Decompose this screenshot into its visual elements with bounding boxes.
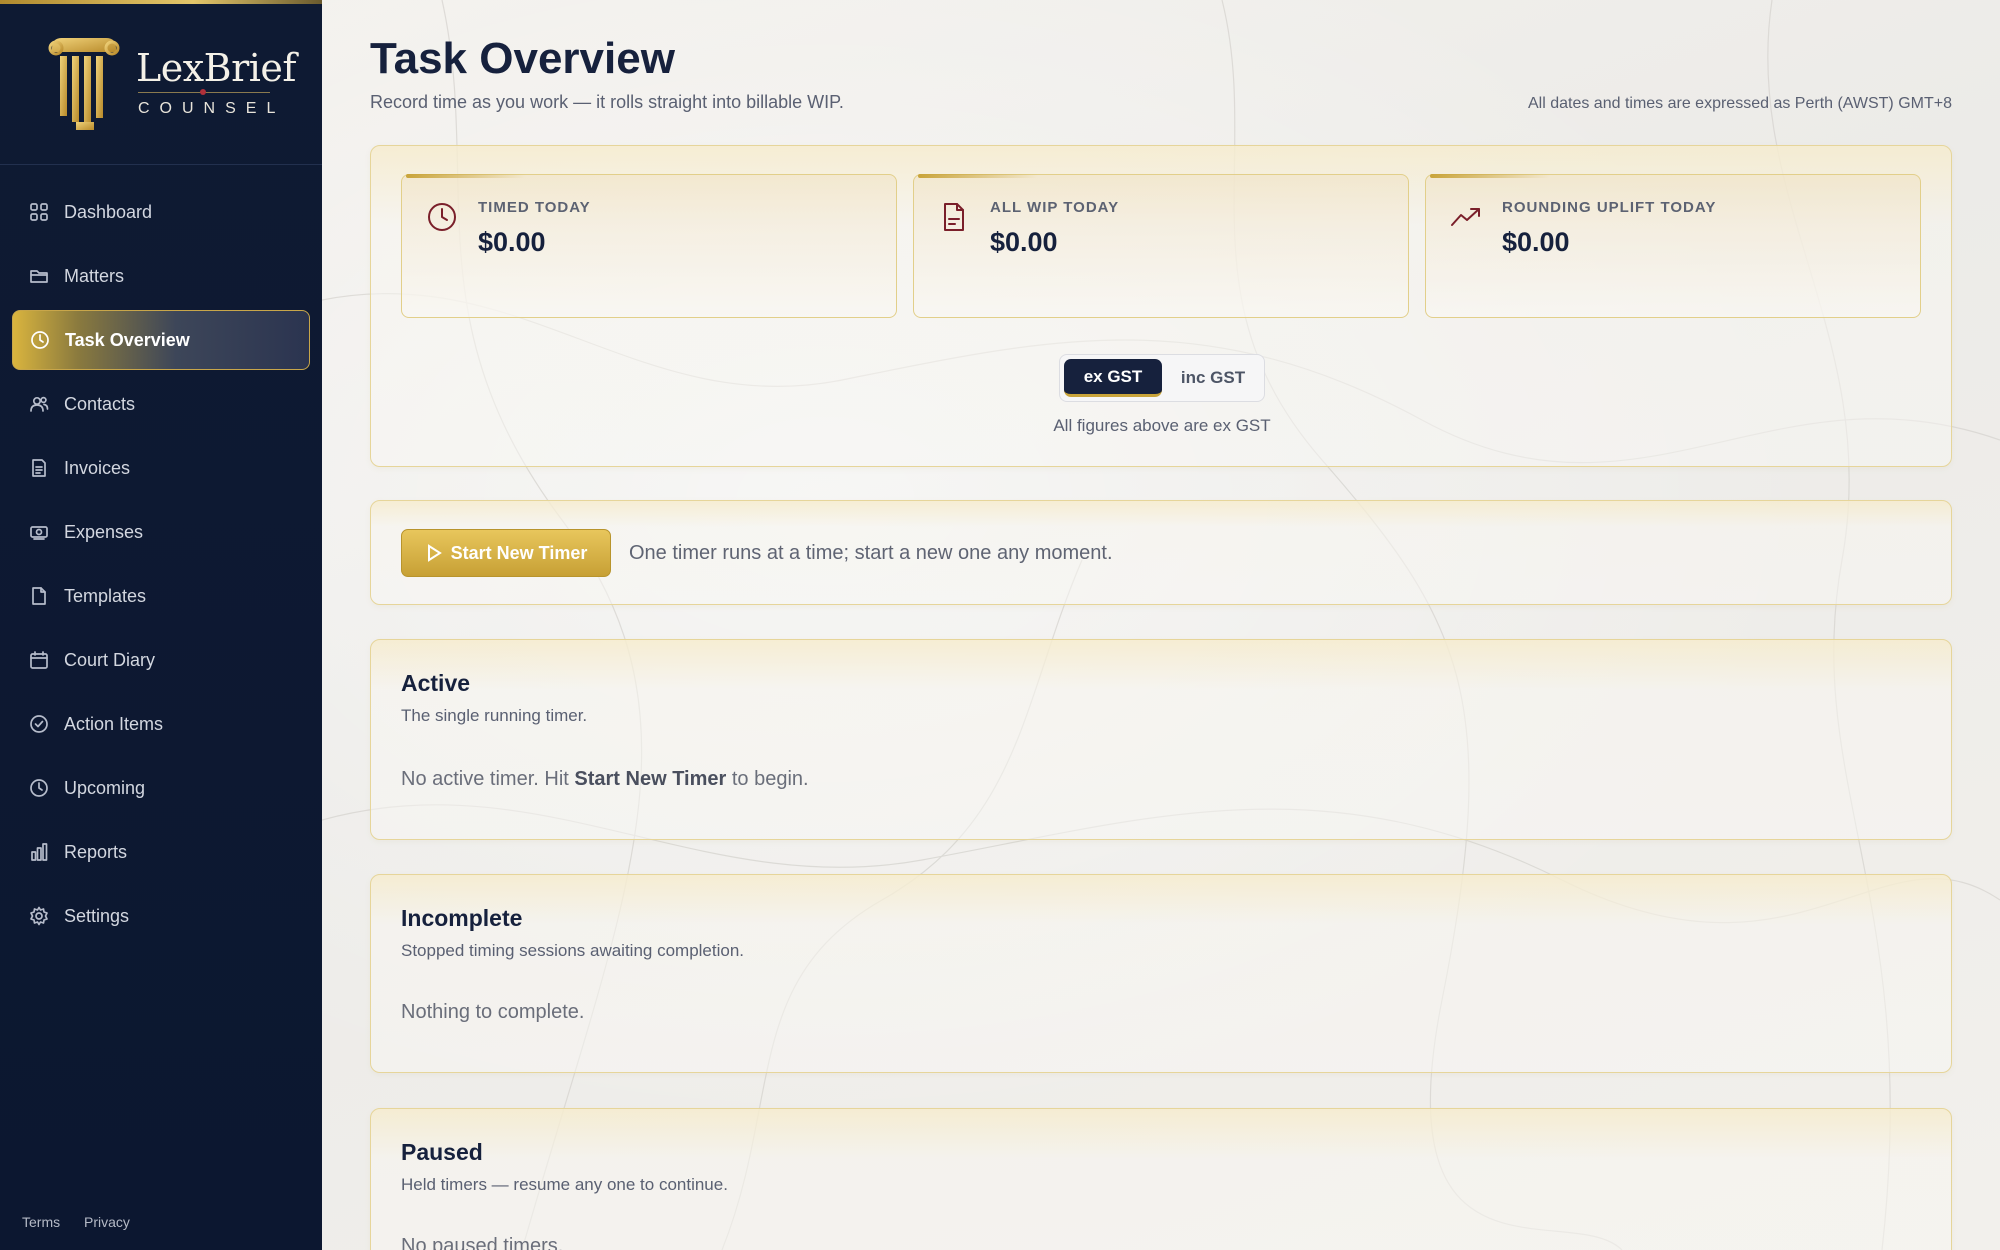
sidebar-nav: Dashboard Matters Task Overview Contacts… <box>12 182 310 950</box>
sidebar-item-invoices[interactable]: Invoices <box>12 438 310 498</box>
privacy-link[interactable]: Privacy <box>84 1214 130 1230</box>
bar-chart-icon <box>28 841 50 863</box>
sidebar-item-upcoming[interactable]: Upcoming <box>12 758 310 818</box>
stat-card-rounding-uplift-today: ROUNDING UPLIFT TODAY $0.00 <box>1425 174 1921 318</box>
section-title: Active <box>401 670 471 696</box>
start-new-timer-label: Start New Timer <box>450 542 588 563</box>
section-description: Stopped timing sessions awaiting complet… <box>401 941 745 960</box>
page-title: Task Overview <box>370 34 675 83</box>
document-icon <box>938 201 970 233</box>
clock-icon <box>426 201 458 233</box>
sidebar-accent-line <box>0 0 322 4</box>
check-circle-icon <box>28 713 50 735</box>
ex-gst-button[interactable]: ex GST <box>1064 359 1162 397</box>
calendar-icon <box>28 649 50 671</box>
brand-dot <box>200 89 206 95</box>
section-description: Held timers — resume any one to continue… <box>401 1175 728 1194</box>
timezone-note: All dates and times are expressed as Per… <box>1527 95 1952 112</box>
brand-name: LexBrief <box>136 46 296 90</box>
brand-subtitle: COUNSEL <box>138 100 286 117</box>
stat-label: TIMED TODAY <box>478 199 591 216</box>
sidebar-item-task-overview[interactable]: Task Overview <box>12 310 310 370</box>
sidebar-item-label: Contacts <box>64 393 136 414</box>
sidebar-item-label: Matters <box>64 265 125 286</box>
section-title: Paused <box>401 1139 483 1165</box>
sidebar-footer: Terms Privacy <box>22 1214 150 1230</box>
sidebar-item-expenses[interactable]: Expenses <box>12 502 310 562</box>
stat-accent <box>1430 174 1550 178</box>
sidebar-item-settings[interactable]: Settings <box>12 886 310 946</box>
trending-up-icon <box>1450 201 1482 233</box>
stat-label: ALL WIP TODAY <box>990 199 1120 216</box>
sidebar-item-templates[interactable]: Templates <box>12 566 310 626</box>
sidebar-item-label: Invoices <box>64 457 131 478</box>
gear-icon <box>28 905 50 927</box>
stat-card-all-wip-today: ALL WIP TODAY $0.00 <box>913 174 1409 318</box>
stat-accent <box>918 174 1038 178</box>
stat-value: $0.00 <box>990 227 1058 257</box>
empty-state: Nothing to complete. <box>401 1001 585 1023</box>
banknote-icon <box>28 521 50 543</box>
main-content: Task Overview Record time as you work — … <box>322 0 2000 1250</box>
sidebar-item-matters[interactable]: Matters <box>12 246 310 306</box>
page-subtitle: Record time as you work — it rolls strai… <box>370 92 844 112</box>
incomplete-section: Incomplete Stopped timing sessions await… <box>370 874 1952 1073</box>
stat-value: $0.00 <box>478 227 546 257</box>
users-icon <box>28 393 50 415</box>
pillar-icon <box>48 34 120 132</box>
section-description: The single running timer. <box>401 706 588 725</box>
sidebar-item-label: Upcoming <box>64 777 146 798</box>
sidebar-item-label: Expenses <box>64 521 144 542</box>
start-new-timer-button[interactable]: Start New Timer <box>401 529 611 577</box>
sidebar-item-label: Action Items <box>64 713 164 734</box>
terms-link[interactable]: Terms <box>22 1214 60 1230</box>
empty-text: No active timer. Hit <box>401 768 575 790</box>
sidebar: LexBrief COUNSEL Dashboard Matters Task … <box>0 0 322 1250</box>
sidebar-item-action-items[interactable]: Action Items <box>12 694 310 754</box>
empty-emphasis: Start New Timer <box>574 768 727 790</box>
sidebar-item-court-diary[interactable]: Court Diary <box>12 630 310 690</box>
brand-logo[interactable]: LexBrief COUNSEL <box>48 34 296 134</box>
sidebar-item-reports[interactable]: Reports <box>12 822 310 882</box>
stats-panel: TIMED TODAY $0.00 ALL WIP TODAY $0.00 RO… <box>370 145 1952 467</box>
gst-toggle: ex GST inc GST <box>1059 354 1265 402</box>
inc-gst-button[interactable]: inc GST <box>1164 359 1262 397</box>
sidebar-divider <box>0 164 322 165</box>
timer-hint: One timer runs at a time; start a new on… <box>629 542 1113 564</box>
active-section: Active The single running timer. No acti… <box>370 639 1952 840</box>
sidebar-item-label: Settings <box>64 905 130 926</box>
empty-state: No paused timers. <box>401 1235 564 1250</box>
grid-icon <box>28 201 50 223</box>
clock-icon <box>28 777 50 799</box>
sidebar-item-label: Dashboard <box>64 201 153 222</box>
sidebar-item-contacts[interactable]: Contacts <box>12 374 310 434</box>
paused-section: Paused Held timers — resume any one to c… <box>370 1108 1952 1250</box>
sidebar-item-dashboard[interactable]: Dashboard <box>12 182 310 242</box>
sidebar-item-label: Task Overview <box>65 329 190 350</box>
sidebar-item-label: Templates <box>64 585 147 606</box>
folder-icon <box>28 265 50 287</box>
stat-value: $0.00 <box>1502 227 1570 257</box>
section-title: Incomplete <box>401 905 523 931</box>
timer-panel: Start New Timer One timer runs at a time… <box>370 500 1952 605</box>
file-icon <box>28 585 50 607</box>
sidebar-item-label: Reports <box>64 841 128 862</box>
stat-card-timed-today: TIMED TODAY $0.00 <box>401 174 897 318</box>
stat-accent <box>406 174 526 178</box>
play-icon <box>427 544 442 562</box>
invoice-icon <box>28 457 50 479</box>
empty-text: to begin. <box>726 768 809 790</box>
clock-icon <box>29 329 51 351</box>
sidebar-item-label: Court Diary <box>64 649 156 670</box>
stat-label: ROUNDING UPLIFT TODAY <box>1502 199 1717 216</box>
gst-note: All figures above are ex GST <box>1053 416 1271 435</box>
empty-state: No active timer. Hit Start New Timer to … <box>401 768 809 791</box>
